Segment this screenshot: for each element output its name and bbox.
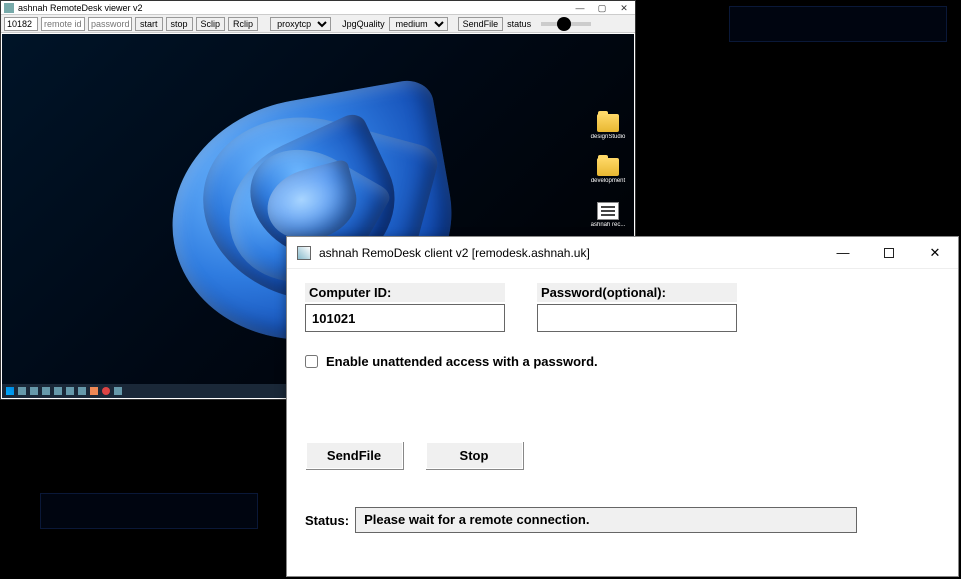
unattended-access-label: Enable unattended access with a password…: [326, 354, 598, 369]
viewer-close-icon[interactable]: ✕: [613, 1, 635, 15]
background-dark-button-1: [729, 6, 947, 42]
taskbar-icon[interactable]: [42, 387, 50, 395]
background-dark-button-2: [40, 493, 258, 529]
client-app-icon: [297, 246, 311, 260]
viewer-titlebar: ashnah RemoteDesk viewer v2 — ▢ ✕: [1, 1, 635, 15]
viewer-slider[interactable]: [541, 22, 591, 26]
viewer-title: ashnah RemoteDesk viewer v2: [18, 3, 143, 13]
viewer-rclip-button[interactable]: Rclip: [228, 17, 258, 31]
client-window: ashnah RemoDesk client v2 [remodesk.ashn…: [286, 236, 959, 577]
viewer-id-input[interactable]: [4, 17, 38, 31]
folder-icon: [597, 158, 619, 176]
sendfile-button[interactable]: SendFile: [305, 441, 403, 469]
taskbar-icon[interactable]: [18, 387, 26, 395]
viewer-sendfile-button[interactable]: SendFile: [458, 17, 504, 31]
desktop-icon-folder[interactable]: development: [590, 158, 626, 184]
client-maximize-button[interactable]: [866, 237, 912, 268]
maximize-icon: [884, 248, 894, 258]
viewer-jpg-label: JpgQuality: [341, 19, 386, 29]
password-label: Password(optional):: [537, 283, 737, 302]
computer-id-label: Computer ID:: [305, 283, 505, 302]
app-icon: [597, 202, 619, 220]
viewer-slider-thumb[interactable]: [557, 17, 571, 31]
viewer-maximize-icon[interactable]: ▢: [591, 1, 613, 15]
taskbar-icon[interactable]: [114, 387, 122, 395]
start-icon[interactable]: [6, 387, 14, 395]
viewer-quality-select[interactable]: medium: [389, 17, 448, 31]
viewer-toolbar: start stop Sclip Rclip proxytcp JpgQuali…: [1, 15, 635, 33]
viewer-status-label: status: [506, 19, 532, 29]
viewer-remote-id-input[interactable]: [41, 17, 85, 31]
client-minimize-button[interactable]: —: [820, 237, 866, 268]
status-value: Please wait for a remote connection.: [355, 507, 857, 533]
client-title: ashnah RemoDesk client v2 [remodesk.ashn…: [319, 246, 590, 260]
viewer-proxy-select[interactable]: proxytcp: [270, 17, 331, 31]
client-titlebar: ashnah RemoDesk client v2 [remodesk.ashn…: [287, 237, 958, 269]
computer-id-input[interactable]: [305, 304, 505, 332]
viewer-start-button[interactable]: start: [135, 17, 163, 31]
desktop-icon-folder[interactable]: designStudio: [590, 114, 626, 140]
viewer-sclip-button[interactable]: Sclip: [196, 17, 226, 31]
taskbar-icon[interactable]: [66, 387, 74, 395]
taskbar-icon[interactable]: [54, 387, 62, 395]
taskbar-icon[interactable]: [30, 387, 38, 395]
desktop-icon-app[interactable]: ashnah rec...: [590, 202, 626, 228]
stop-button[interactable]: Stop: [425, 441, 523, 469]
viewer-password-input[interactable]: [88, 17, 132, 31]
taskbar-icon[interactable]: [102, 387, 110, 395]
unattended-access-checkbox[interactable]: [305, 355, 318, 368]
client-close-button[interactable]: ✕: [912, 237, 958, 268]
taskbar-icon[interactable]: [78, 387, 86, 395]
client-body: Computer ID: Password(optional): Enable …: [287, 269, 958, 547]
status-label: Status:: [305, 513, 349, 528]
viewer-app-icon: [4, 3, 14, 13]
taskbar-icon[interactable]: [90, 387, 98, 395]
password-input[interactable]: [537, 304, 737, 332]
folder-icon: [597, 114, 619, 132]
viewer-minimize-icon[interactable]: —: [569, 1, 591, 15]
viewer-stop-button[interactable]: stop: [166, 17, 193, 31]
